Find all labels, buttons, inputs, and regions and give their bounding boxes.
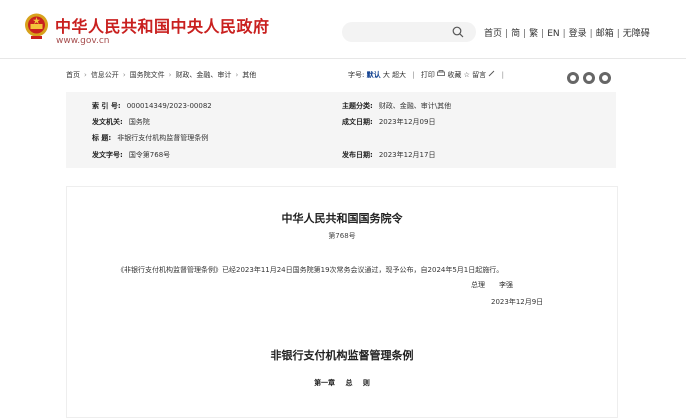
divider: |	[562, 29, 566, 39]
divider: |	[412, 71, 415, 79]
divider: |	[541, 29, 545, 39]
info-title: 标 题: 非银行支付机构监督管理条例	[92, 133, 208, 143]
link-mailbox[interactable]: 邮箱	[596, 29, 614, 39]
info-index-label: 索 引 号:	[92, 102, 121, 110]
promulgation-paragraph: 《非银行支付机构监督管理条例》已经2023年11月24日国务院第19次常务会议通…	[117, 266, 504, 274]
chapter-heading: 第一章 总 则	[314, 379, 370, 387]
signer-title: 总理	[471, 281, 485, 289]
link-simplified[interactable]: 简	[511, 29, 520, 39]
signer-name: 李强	[499, 281, 513, 289]
link-home[interactable]: 首页	[484, 29, 502, 39]
chevron-right-icon: ›	[84, 71, 87, 79]
signature: 总理 李强	[471, 280, 513, 290]
top-links: 首页 | 简 | 繁 | EN | 登录 | 邮箱 | 无障碍	[484, 26, 650, 39]
info-title-label: 标 题:	[92, 134, 112, 142]
info-subject-value: 财政、金融、审计\其他	[378, 102, 452, 110]
signature-date: 2023年12月9日	[491, 298, 544, 306]
info-publish-date-label: 发布日期:	[342, 151, 373, 159]
font-size-label: 字号:	[348, 71, 365, 79]
link-traditional[interactable]: 繁	[529, 29, 538, 39]
national-emblem-icon[interactable]	[24, 12, 49, 40]
favorite-button[interactable]: 收藏	[447, 71, 461, 79]
info-subject-label: 主题分类:	[342, 102, 373, 110]
share-icons	[567, 67, 615, 86]
info-doc-number: 发文字号: 国令第768号	[92, 150, 170, 160]
chevron-right-icon: ›	[168, 71, 172, 79]
info-index: 索 引 号: 000014349/2023-00082	[92, 101, 212, 111]
breadcrumb-finance[interactable]: 财政、金融、审计	[175, 71, 231, 79]
weibo-icon[interactable]	[567, 71, 579, 84]
header-divider	[0, 58, 686, 59]
star-icon[interactable]: ☆	[464, 71, 470, 79]
printer-icon[interactable]	[437, 70, 446, 77]
print-button[interactable]: 打印	[421, 71, 435, 79]
document-body: 中华人民共和国国务院令 第768号 《非银行支付机构监督管理条例》已经2023年…	[66, 186, 618, 418]
divider: |	[505, 29, 509, 39]
wechat-icon[interactable]	[583, 71, 595, 84]
divider: |	[616, 29, 620, 39]
info-index-value: 000014349/2023-00082	[126, 102, 212, 110]
divider: |	[589, 29, 593, 39]
info-subject: 主题分类: 财政、金融、审计\其他	[342, 101, 451, 111]
site-url[interactable]: www.gov.cn	[56, 36, 109, 46]
chevron-right-icon: ›	[122, 71, 126, 79]
order-title: 中华人民共和国国务院令	[281, 212, 403, 225]
font-default-button[interactable]: 默认	[367, 71, 381, 79]
breadcrumb-other[interactable]: 其他	[242, 71, 256, 79]
comment-button[interactable]: 留言	[472, 71, 486, 79]
info-date-written-label: 成文日期:	[342, 118, 373, 126]
info-issuer-label: 发文机关:	[92, 118, 123, 126]
info-doc-number-value: 国令第768号	[128, 151, 171, 159]
qzone-icon[interactable]	[599, 71, 611, 84]
info-publish-date: 发布日期: 2023年12月17日	[342, 150, 435, 160]
link-accessibility[interactable]: 无障碍	[623, 29, 650, 39]
page-tools: 字号: 默认 大 超大 | 打印 收藏 ☆ 留言 |	[348, 70, 508, 80]
pencil-icon[interactable]	[488, 70, 495, 77]
search-input[interactable]	[342, 22, 476, 42]
regulation-title: 非银行支付机构监督管理条例	[270, 349, 414, 362]
info-issuer: 发文机关: 国务院	[92, 117, 150, 127]
font-large-button[interactable]: 大	[383, 71, 390, 79]
info-issuer-value: 国务院	[128, 118, 150, 126]
info-doc-number-label: 发文字号:	[92, 151, 123, 159]
breadcrumb: 首页 › 信息公开 › 国务院文件 › 财政、金融、审计 › 其他	[66, 70, 256, 80]
info-title-value: 非银行支付机构监督管理条例	[117, 134, 209, 142]
site-header: 中华人民共和国中央人民政府 www.gov.cn 首页 | 简 | 繁 | EN | 登录 | 邮箱…	[0, 0, 686, 58]
document-info-panel: 索 引 号: 000014349/2023-00082 主题分类: 财政、金融、审计…	[66, 92, 616, 168]
divider: |	[523, 29, 527, 39]
search-icon[interactable]	[452, 26, 464, 38]
link-login[interactable]: 登录	[569, 29, 587, 39]
info-date-written-value: 2023年12月09日	[378, 118, 436, 126]
site-title[interactable]: 中华人民共和国中央人民政府	[55, 13, 270, 37]
breadcrumb-info-public[interactable]: 信息公开	[91, 71, 119, 79]
link-english[interactable]: EN	[547, 29, 559, 39]
divider: |	[501, 71, 504, 79]
info-date-written: 成文日期: 2023年12月09日	[342, 117, 435, 127]
breadcrumb-home[interactable]: 首页	[66, 71, 80, 79]
info-publish-date-value: 2023年12月17日	[378, 151, 436, 159]
order-number: 第768号	[328, 232, 356, 240]
breadcrumb-state-council-docs[interactable]: 国务院文件	[130, 71, 165, 79]
chevron-right-icon: ›	[235, 71, 239, 79]
font-xlarge-button[interactable]: 超大	[392, 71, 406, 79]
